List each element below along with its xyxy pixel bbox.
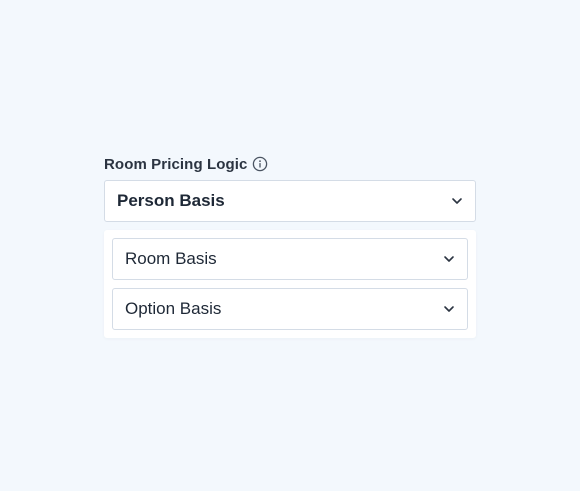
chevron-down-icon [442, 302, 456, 316]
chevron-down-icon [442, 252, 456, 266]
room-pricing-logic-select[interactable]: Person Basis [104, 180, 476, 222]
info-circle-icon[interactable] [252, 156, 268, 172]
option-label: Option Basis [125, 299, 222, 318]
chevron-down-icon [450, 194, 464, 208]
option-option-basis[interactable]: Option Basis [112, 288, 468, 330]
selected-value: Person Basis [117, 191, 225, 210]
field-label: Room Pricing Logic [104, 155, 248, 173]
option-room-basis[interactable]: Room Basis [112, 238, 468, 280]
dropdown-panel: Room Basis Option Basis [104, 230, 476, 338]
option-label: Room Basis [125, 249, 217, 268]
room-pricing-logic-label-row: Room Pricing Logic [104, 154, 268, 174]
